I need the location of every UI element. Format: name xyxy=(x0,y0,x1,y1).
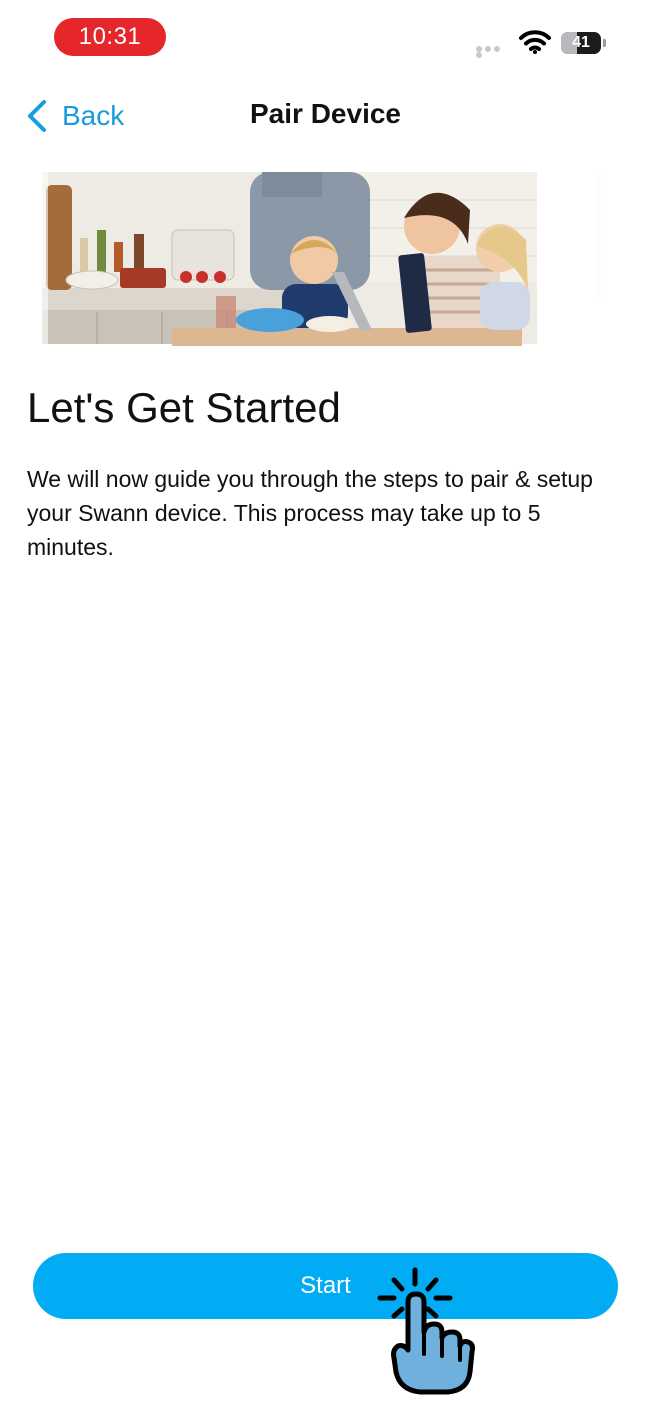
page-heading: Let's Get Started xyxy=(27,384,341,431)
battery-cap xyxy=(603,39,606,47)
navigation-bar: Back Pair Device xyxy=(0,86,651,146)
hero-image xyxy=(22,170,607,348)
start-button-label: Start xyxy=(300,1272,351,1299)
tap-hand-icon xyxy=(377,1267,475,1395)
page-title: Pair Device xyxy=(250,98,401,129)
signal-dots-icon xyxy=(476,46,510,58)
description-text: We will now guide you through the steps … xyxy=(27,466,593,560)
status-time: 10:31 xyxy=(54,18,166,56)
battery-level: 41 xyxy=(572,34,590,51)
start-button[interactable]: Start xyxy=(33,1253,618,1319)
battery-icon: 41 xyxy=(561,32,601,54)
wifi-icon xyxy=(519,30,551,54)
status-bar: 10:31 41 xyxy=(0,0,651,80)
